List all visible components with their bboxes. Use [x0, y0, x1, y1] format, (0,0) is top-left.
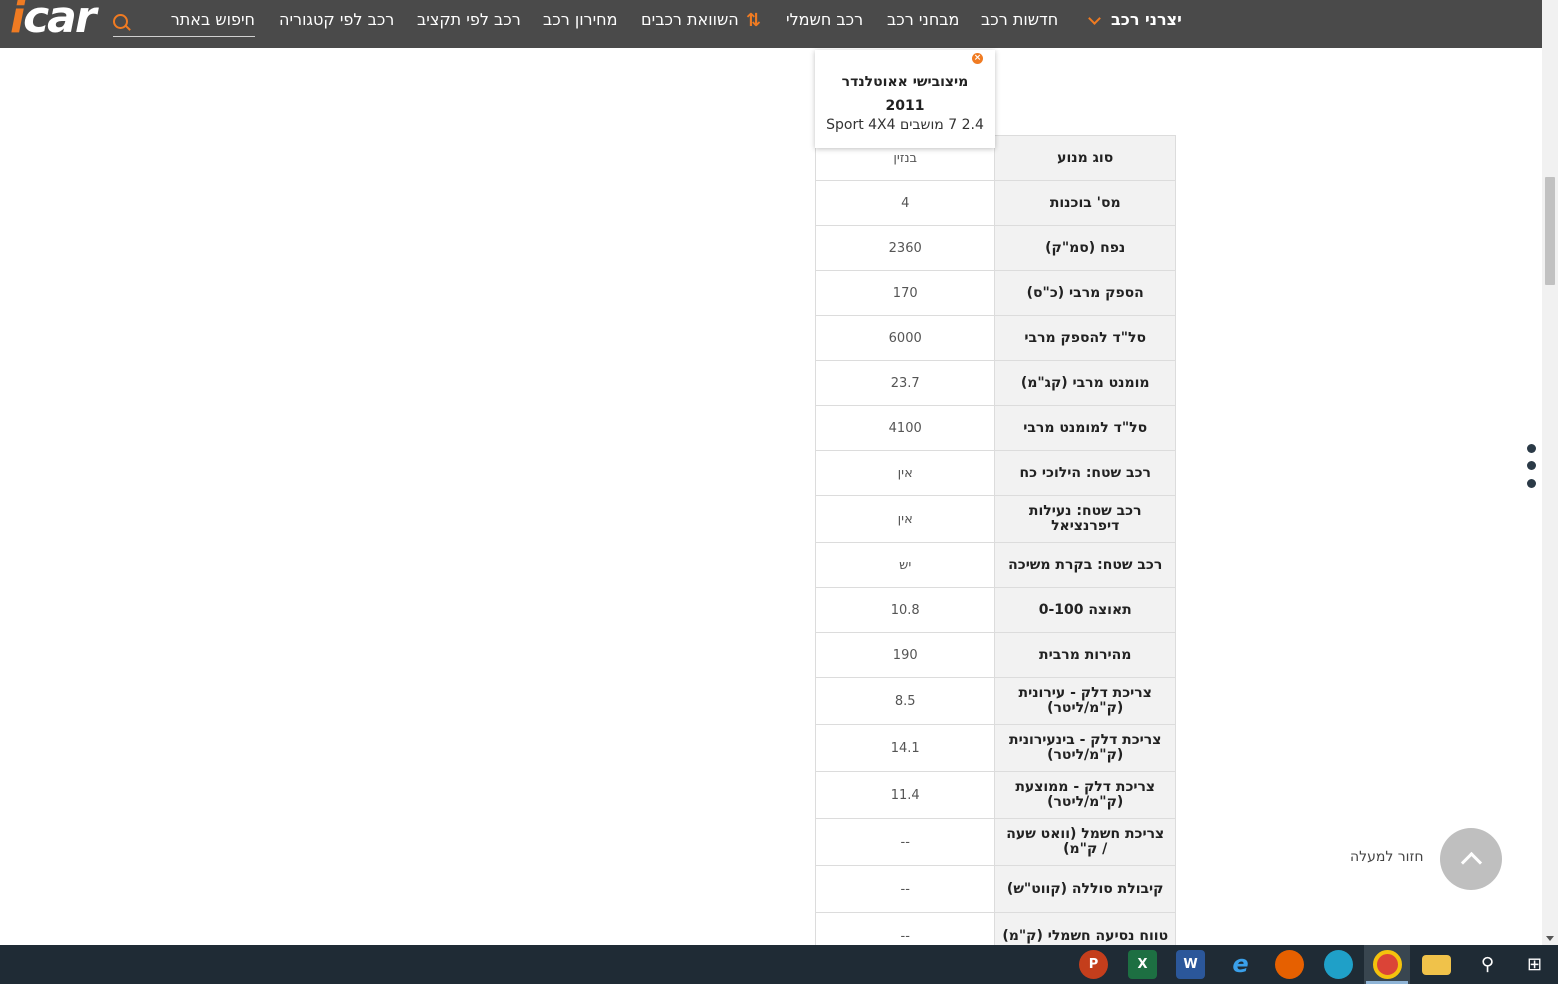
spec-label: מהירות מרבית	[994, 632, 1176, 678]
spec-value: 170	[814, 270, 996, 316]
spec-value: 6000	[814, 315, 996, 361]
spec-value: 8.5	[814, 677, 996, 725]
search-label[interactable]: חיפוש באתר	[171, 10, 255, 29]
scrollbar-thumb[interactable]	[1545, 177, 1555, 285]
windows-start-icon[interactable]: ⊞	[1520, 950, 1549, 979]
spec-row: צריכת דלק - ממוצעת (ק"מ/ליטר) 11.4	[814, 771, 1176, 819]
top-navigation-bar: icar חיפוש באתר רכב לפי קטגוריה רכב לפי …	[0, 0, 1542, 48]
spec-row: רכב שטח: הילוכי כח אין	[814, 450, 1176, 496]
nav-item-price-list[interactable]: מחירון רכב	[543, 10, 617, 29]
close-icon[interactable]: ×	[972, 53, 983, 64]
spec-value: יש	[814, 542, 996, 588]
spec-row: נפח (סמ"ק) 2360	[814, 225, 1176, 271]
spec-row: צריכת דלק - בינעירונית (ק"מ/ליטר) 14.1	[814, 724, 1176, 772]
car-title: מיצובישי אאוטלנדר 2011	[815, 70, 995, 118]
internet-explorer-icon[interactable]: e	[1226, 950, 1255, 979]
spec-label: צריכת דלק - עירונית (ק"מ/ליטר)	[994, 677, 1176, 725]
powerpoint-icon[interactable]: P	[1079, 950, 1108, 979]
spec-row: הספק מרבי (כ"ס) 170	[814, 270, 1176, 316]
spec-value: 10.8	[814, 587, 996, 633]
spec-label: מומנט מרבי (קג"מ)	[994, 360, 1176, 406]
back-to-top-label[interactable]: חזור למעלה	[1350, 849, 1424, 865]
spec-row: קיבולת סוללה (קווט"ש) --	[814, 865, 1176, 913]
spec-value: 4	[814, 180, 996, 226]
spec-row: סל"ד להספק מרבי 6000	[814, 315, 1176, 361]
spec-label: רכב שטח: בקרת משיכה	[994, 542, 1176, 588]
spec-row: מהירות מרבית 190	[814, 632, 1176, 678]
file-explorer-icon[interactable]	[1422, 955, 1451, 975]
car-year: 2011	[885, 98, 925, 114]
chrome-icon[interactable]	[1373, 950, 1402, 979]
spec-label: צריכת דלק - בינעירונית (ק"מ/ליטר)	[994, 724, 1176, 772]
spec-label: קיבולת סוללה (קווט"ש)	[994, 865, 1176, 913]
spec-row: תאוצה 0-100 10.8	[814, 587, 1176, 633]
spec-value: 11.4	[814, 771, 996, 819]
nav-item-car-news[interactable]: חדשות רכב	[981, 10, 1058, 29]
site-search[interactable]: חיפוש באתר	[113, 8, 255, 37]
spec-value: 190	[814, 632, 996, 678]
spec-row: צריכת חשמל (וואט שעה / ק"מ) --	[814, 818, 1176, 866]
spec-value: אין	[814, 450, 996, 496]
nav-item-compare-cars[interactable]: השוואת רכבים	[641, 10, 739, 29]
edge-icon[interactable]	[1324, 950, 1353, 979]
side-menu-dot[interactable]	[1527, 461, 1536, 470]
spec-value: 23.7	[814, 360, 996, 406]
spec-label: רכב שטח: נעילות דיפרנציאל	[994, 495, 1176, 543]
spec-row: מס' בוכנות 4	[814, 180, 1176, 226]
word-icon[interactable]: W	[1176, 950, 1205, 979]
spec-value: --	[814, 865, 996, 913]
nav-item-car-by-category[interactable]: רכב לפי קטגוריה	[279, 10, 394, 29]
nav-item-manufacturers[interactable]: יצרני רכב	[1111, 10, 1182, 29]
search-icon[interactable]: ⚲	[1473, 950, 1502, 979]
spec-value: אין	[814, 495, 996, 543]
specs-table: סוג מנוע בנזין מס' בוכנות 4 נפח (סמ"ק) 2360 הס…	[814, 135, 1176, 960]
compare-arrows-icon: ⇅	[746, 10, 762, 31]
spec-value: 14.1	[814, 724, 996, 772]
spec-row: צריכת דלק - עירונית (ק"מ/ליטר) 8.5	[814, 677, 1176, 725]
spec-label: סל"ד למומנט מרבי	[994, 405, 1176, 451]
car-model-name: מיצובישי אאוטלנדר	[841, 74, 969, 90]
spec-label: צריכת דלק - ממוצעת (ק"מ/ליטר)	[994, 771, 1176, 819]
spec-label: סל"ד להספק מרבי	[994, 315, 1176, 361]
windows-taskbar: P X W e ⚲ ⊞	[0, 945, 1558, 984]
firefox-icon[interactable]	[1275, 950, 1304, 979]
search-icon[interactable]	[113, 14, 128, 29]
spec-row: רכב שטח: נעילות דיפרנציאל אין	[814, 495, 1176, 543]
spec-value: 4100	[814, 405, 996, 451]
back-to-top-button[interactable]	[1440, 828, 1502, 890]
scroll-down-arrow-icon[interactable]	[1546, 936, 1554, 941]
spec-row: רכב שטח: בקרת משיכה יש	[814, 542, 1176, 588]
nav-item-electric-cars[interactable]: רכב חשמלי	[786, 10, 863, 29]
spec-label: הספק מרבי (כ"ס)	[994, 270, 1176, 316]
spec-label: רכב שטח: הילוכי כח	[994, 450, 1176, 496]
spec-value: 2360	[814, 225, 996, 271]
spec-value: --	[814, 818, 996, 866]
icar-logo[interactable]: icar	[10, 0, 97, 42]
spec-label: סוג מנוע	[994, 135, 1176, 181]
spec-row: מומנט מרבי (קג"מ) 23.7	[814, 360, 1176, 406]
nav-item-car-by-budget[interactable]: רכב לפי תקציב	[417, 10, 521, 29]
spec-label: נפח (סמ"ק)	[994, 225, 1176, 271]
car-trim: 2.4 7 מושבים Sport 4X4	[826, 117, 984, 133]
spec-row: סל"ד למומנט מרבי 4100	[814, 405, 1176, 451]
spec-label: צריכת חשמל (וואט שעה / ק"מ)	[994, 818, 1176, 866]
excel-icon[interactable]: X	[1128, 950, 1157, 979]
page-scrollbar[interactable]	[1542, 0, 1558, 945]
spec-label: מס' בוכנות	[994, 180, 1176, 226]
chevron-down-icon[interactable]	[1088, 12, 1101, 25]
spec-label: תאוצה 0-100	[994, 587, 1176, 633]
side-menu-dot[interactable]	[1527, 444, 1536, 453]
side-menu-dot[interactable]	[1527, 479, 1536, 488]
nav-item-car-reviews[interactable]: מבחני רכב	[887, 10, 959, 29]
compared-car-card: × מיצובישי אאוטלנדר 2011 2.4 7 מושבים Sp…	[815, 50, 995, 148]
